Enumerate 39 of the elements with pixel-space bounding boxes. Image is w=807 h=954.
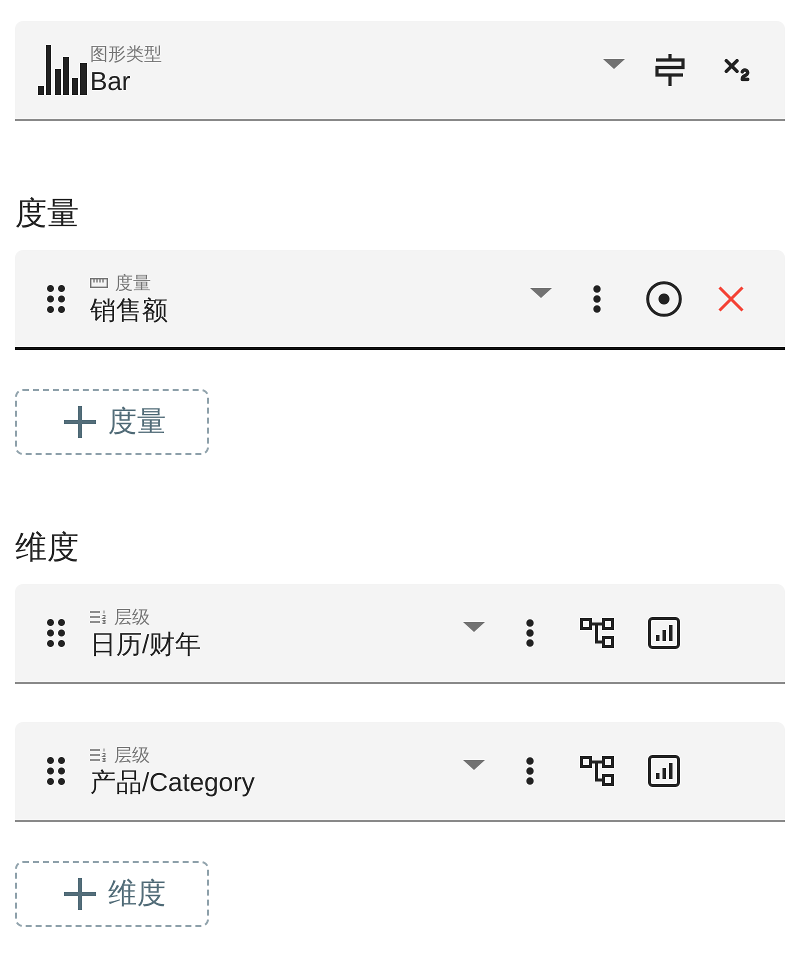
more-vertical-icon	[526, 619, 534, 647]
field-value: 产品/Category	[90, 766, 255, 798]
field-label: 度量	[115, 272, 151, 294]
add-button[interactable]: 维度	[15, 861, 209, 927]
section-heading: 度量	[15, 194, 79, 233]
select-field[interactable]: 度量 销售额	[15, 250, 785, 350]
numbered-list-icon	[90, 748, 107, 762]
caret-down-icon	[603, 59, 625, 69]
field-value: Bar	[90, 65, 130, 97]
caret-down-icon	[463, 622, 485, 632]
hierarchy-tree-icon	[580, 618, 614, 648]
drag-handle-icon[interactable]	[47, 619, 65, 647]
select-field[interactable]: 层级 日历/财年	[15, 584, 785, 684]
section-heading: 维度	[15, 528, 79, 567]
field-label: 图形类型	[90, 43, 162, 65]
chart-type-select[interactable]: 图形类型 Bar	[15, 21, 785, 121]
hierarchy-tree-icon	[580, 756, 614, 786]
more-vertical-icon	[593, 284, 601, 312]
drag-handle-icon[interactable]	[47, 757, 65, 785]
field-value: 日历/财年	[90, 628, 202, 660]
bar-chart-icon	[38, 45, 87, 95]
more-vertical-icon	[526, 757, 534, 785]
bar-chart-box-icon	[648, 755, 680, 787]
bar-chart-box-icon	[648, 617, 680, 649]
caret-down-icon	[463, 760, 485, 770]
numbered-list-icon	[90, 610, 107, 624]
caret-down-icon	[530, 288, 552, 298]
select-field[interactable]: 层级 产品/Category	[15, 722, 785, 822]
field-label: 层级	[114, 606, 150, 628]
plus-icon	[64, 878, 96, 910]
ruler-icon	[90, 278, 108, 288]
align-center-icon	[655, 54, 685, 86]
plus-icon	[64, 406, 96, 438]
add-button[interactable]: 度量	[15, 389, 209, 455]
field-label: 层级	[114, 744, 150, 766]
field-value: 销售额	[90, 294, 168, 326]
drag-handle-icon[interactable]	[47, 284, 65, 312]
close-icon	[718, 286, 744, 312]
target-icon	[646, 280, 682, 316]
